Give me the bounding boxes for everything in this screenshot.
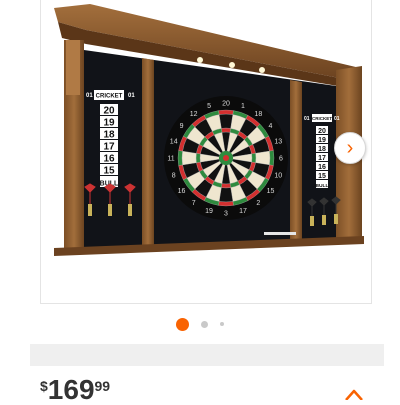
share-icon[interactable] xyxy=(344,388,364,400)
carousel-dot-2[interactable] xyxy=(201,320,208,328)
chalk-tray xyxy=(264,232,296,235)
board-number-10: 10 xyxy=(274,172,282,179)
price-currency: $ xyxy=(40,378,48,394)
dartboard-cabinet-image: 01 CRICKET 01 201918171615BULL 20 1184136… xyxy=(54,4,364,256)
left-scoreboard-row-0: 20 xyxy=(103,105,115,116)
board-number-20: 20 xyxy=(222,101,230,108)
board-number-18: 18 xyxy=(254,111,262,118)
carousel-dot-1[interactable] xyxy=(176,317,189,331)
board-number-3: 3 xyxy=(224,211,228,218)
right-scoreboard-row-1: 19 xyxy=(318,137,326,144)
board-number-13: 13 xyxy=(274,139,282,146)
board-number-11: 11 xyxy=(167,156,174,163)
board-number-9: 9 xyxy=(180,123,184,130)
right-scoreboard-title: CRICKET xyxy=(312,116,332,121)
section-divider xyxy=(30,344,384,366)
board-number-1: 1 xyxy=(241,103,245,110)
left-scoreboard-row-3: 17 xyxy=(103,141,115,152)
board-number-2: 2 xyxy=(256,200,260,207)
left-scoreboard-title: CRICKET xyxy=(96,94,123,100)
board-number-4: 4 xyxy=(269,123,273,130)
carousel-pagination xyxy=(0,314,400,334)
dartboard: 20 1 18 4 13 6 10 15 2 17 3 19 7 16 8 11 14 9 12 5 xyxy=(164,96,288,220)
right-scoreboard-row-0: 20 xyxy=(318,128,326,135)
board-number-15: 15 xyxy=(267,188,275,195)
left-scoreboard-row-4: 16 xyxy=(103,153,115,164)
board-number-16: 16 xyxy=(178,188,186,195)
left-scoreboard-left-number: 01 xyxy=(86,93,93,99)
right-scoreboard-row-2: 18 xyxy=(318,146,326,153)
board-number-14: 14 xyxy=(170,139,178,146)
left-scoreboard-row-5: 15 xyxy=(103,165,115,176)
chevron-right-icon: › xyxy=(346,136,354,159)
board-number-19: 19 xyxy=(205,208,213,215)
right-scoreboard-right-number: 01 xyxy=(334,116,340,122)
price-cents: 99 xyxy=(94,378,111,394)
right-scoreboard-left-number: 01 xyxy=(304,116,310,122)
right-scoreboard-row-3: 17 xyxy=(318,155,326,162)
left-scoreboard-row-2: 18 xyxy=(103,129,115,140)
board-number-17: 17 xyxy=(239,208,247,215)
board-number-5: 5 xyxy=(207,103,211,110)
board-number-6: 6 xyxy=(279,156,283,163)
right-scoreboard-row-5: 15 xyxy=(318,173,326,180)
left-scoreboard-row-1: 19 xyxy=(103,117,115,128)
right-scoreboard-row-6: BULL xyxy=(315,183,328,189)
board-number-12: 12 xyxy=(190,111,198,118)
right-scoreboard-row-4: 16 xyxy=(318,164,326,171)
board-number-8: 8 xyxy=(172,172,176,179)
left-scoreboard-right-number: 01 xyxy=(128,93,135,99)
carousel-dot-3[interactable] xyxy=(220,322,224,326)
board-number-7: 7 xyxy=(192,200,196,207)
carousel-next-button[interactable]: › xyxy=(334,132,366,164)
